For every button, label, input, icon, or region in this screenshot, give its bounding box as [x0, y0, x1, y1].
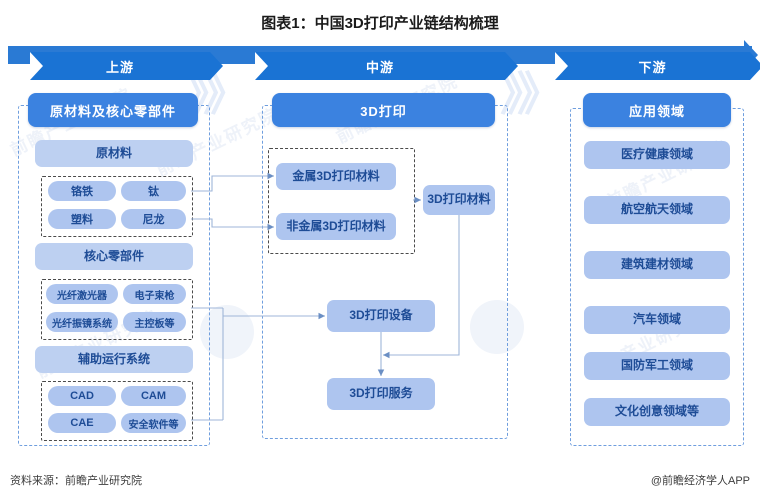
upstream-item-soft-1[interactable]: CAM [121, 386, 186, 406]
upstream-item-core-3[interactable]: 主控板等 [123, 312, 186, 332]
midstream-node-service[interactable]: 3D打印服务 [327, 378, 435, 410]
upstream-item-raw-0[interactable]: 铬铁 [48, 181, 116, 201]
downstream-item-3[interactable]: 汽车领域 [584, 306, 730, 334]
stage-chevron-downstream[interactable]: 下游 [555, 52, 760, 80]
upstream-group-core-parts[interactable]: 核心零部件 [35, 243, 193, 270]
midstream-header[interactable]: 3D打印 [272, 93, 495, 127]
upstream-item-core-1[interactable]: 电子束枪 [123, 284, 186, 304]
stage-chevron-midstream[interactable]: 中游 [255, 52, 518, 80]
downstream-item-4[interactable]: 国防军工领域 [584, 352, 730, 380]
downstream-item-1[interactable]: 航空航天领域 [584, 196, 730, 224]
page-title: 图表1：中国3D打印产业链结构梳理 [261, 15, 499, 32]
brand-watermark: @前瞻经济学人APP [650, 475, 750, 487]
midstream-material-metal[interactable]: 金属3D打印材料 [276, 163, 396, 190]
midstream-node-equipment[interactable]: 3D打印设备 [327, 300, 435, 332]
stage-chevron-upstream[interactable]: 上游 [30, 52, 223, 80]
upstream-item-raw-2[interactable]: 塑料 [48, 209, 116, 229]
midstream-node-material[interactable]: 3D打印材料 [423, 185, 495, 215]
source-note: 资料来源：前瞻产业研究院 [10, 475, 142, 487]
upstream-item-core-0[interactable]: 光纤激光器 [46, 284, 118, 304]
upstream-header[interactable]: 原材料及核心零部件 [28, 93, 198, 127]
upstream-item-raw-3[interactable]: 尼龙 [121, 209, 186, 229]
upstream-item-soft-2[interactable]: CAE [48, 413, 116, 433]
upstream-item-soft-3[interactable]: 安全软件等 [121, 413, 186, 433]
downstream-header[interactable]: 应用领域 [583, 93, 731, 127]
midstream-material-nonmetal[interactable]: 非金属3D打印材料 [276, 213, 396, 240]
upstream-item-raw-1[interactable]: 钛 [121, 181, 186, 201]
chart-canvas: 前瞻产业研究院 前瞻产业研究院 前瞻产业研究院 前瞻产业研究院 前瞻产业研究院 … [0, 0, 760, 504]
downstream-item-2[interactable]: 建筑建材领域 [584, 251, 730, 279]
upstream-group-support-system[interactable]: 辅助运行系统 [35, 346, 193, 373]
upstream-item-core-2[interactable]: 光纤振镜系统 [46, 312, 118, 332]
downstream-item-0[interactable]: 医疗健康领域 [584, 141, 730, 169]
downstream-item-5[interactable]: 文化创意领域等 [584, 398, 730, 426]
upstream-item-soft-0[interactable]: CAD [48, 386, 116, 406]
upstream-group-raw-materials[interactable]: 原材料 [35, 140, 193, 167]
